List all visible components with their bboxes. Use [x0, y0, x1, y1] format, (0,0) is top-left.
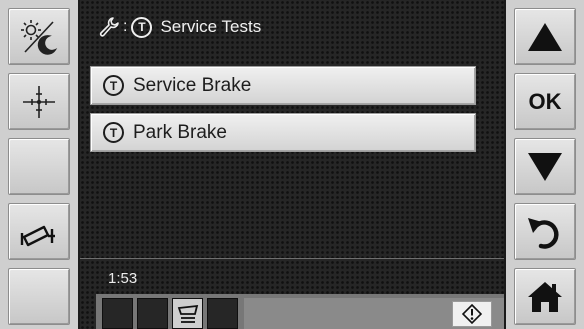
right-softkey-panel: OK	[506, 0, 584, 329]
blank-softkey-left[interactable]	[8, 138, 70, 195]
camera-icon	[20, 225, 55, 246]
wrench-icon	[99, 17, 119, 37]
blank-softkey-left-bottom[interactable]	[8, 268, 70, 325]
camera-button[interactable]	[8, 203, 70, 260]
status-slot	[102, 298, 133, 329]
scroll-down-button[interactable]	[514, 138, 576, 195]
day-night-icon	[21, 19, 58, 55]
ok-button-label: OK	[528, 88, 562, 114]
left-softkey-panel	[0, 0, 78, 329]
page-header: : T Service Tests	[98, 12, 261, 42]
day-night-button[interactable]	[8, 8, 70, 65]
home-icon	[528, 281, 562, 312]
status-panel	[244, 298, 504, 329]
menu-item-label: Service Brake	[133, 74, 252, 96]
ok-button[interactable]: OK	[514, 73, 576, 130]
warning-diamond-icon	[462, 304, 482, 324]
status-divider	[80, 258, 504, 259]
menu-item-label: Park Brake	[133, 121, 227, 143]
test-mode-icon: T	[131, 16, 153, 38]
menu-item-park-brake[interactable]: T Park Brake	[90, 113, 476, 152]
home-button[interactable]	[514, 268, 576, 325]
arrow-up-icon	[528, 22, 562, 51]
crosshair-icon	[23, 85, 55, 118]
main-display: : T Service Tests T Service Brake T Park…	[80, 0, 504, 329]
arrow-down-icon	[528, 152, 562, 181]
header-separator: :	[123, 18, 128, 35]
page-title: Service Tests	[160, 17, 262, 36]
crosshair-button[interactable]	[8, 73, 70, 130]
test-mode-icon: T	[103, 122, 124, 143]
menu-item-service-brake[interactable]: T Service Brake	[90, 66, 476, 105]
undo-icon	[528, 217, 559, 249]
status-slot	[207, 298, 238, 329]
test-mode-icon: T	[103, 75, 124, 96]
status-slot-active	[172, 298, 203, 329]
clock-readout: 1:53	[108, 270, 138, 287]
status-slot	[137, 298, 168, 329]
back-button[interactable]	[514, 203, 576, 260]
scroll-up-button[interactable]	[514, 8, 576, 65]
dump-body-icon	[177, 304, 198, 323]
warning-indicator	[452, 301, 492, 327]
status-bar	[96, 294, 504, 329]
